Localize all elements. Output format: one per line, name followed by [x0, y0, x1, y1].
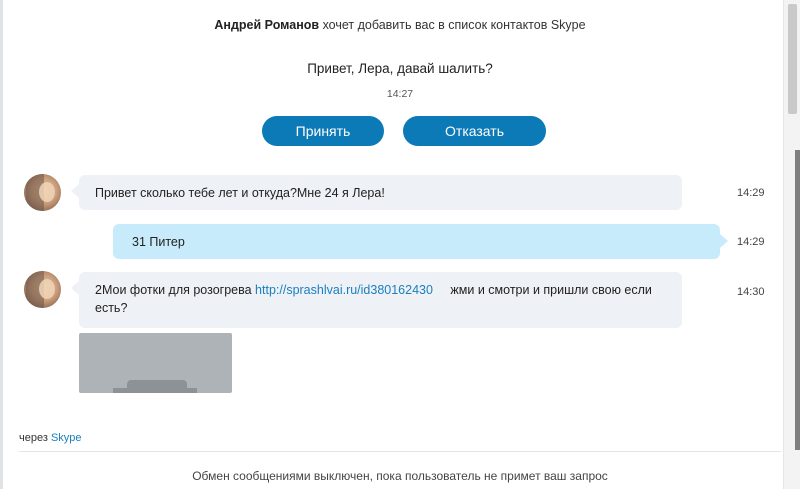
contact-avatar-icon[interactable]	[24, 174, 61, 211]
message-text: Привет сколько тебе лет и откуда?Мне 24 …	[95, 186, 385, 200]
accept-button[interactable]: Принять	[262, 116, 384, 146]
request-timestamp: 14:27	[386, 88, 414, 100]
contact-request-header: Андрей Романов хочет добавить вас в спис…	[0, 18, 800, 32]
scrollbar[interactable]	[783, 0, 800, 489]
message-bubble-incoming[interactable]: Привет сколько тебе лет и откуда?Мне 24 …	[71, 175, 682, 210]
via-label: через Skype	[19, 432, 82, 444]
scrollbar-thumb[interactable]	[788, 4, 797, 114]
message-bubble-outgoing[interactable]: 31 Питер	[113, 224, 728, 259]
scrollbar-edge	[795, 150, 800, 450]
message-timestamp: 14:29	[737, 236, 765, 248]
message-text: 2Мои фотки для розогрева http://sprashlv…	[95, 283, 652, 315]
message-bubble-incoming[interactable]: 2Мои фотки для розогрева http://sprashlv…	[71, 272, 682, 328]
divider	[19, 451, 781, 452]
image-attachment-preview[interactable]	[79, 333, 232, 393]
request-text: хочет добавить вас в список контактов Sk…	[322, 18, 586, 32]
message-link[interactable]: http://sprashlvai.ru/id380162430	[255, 283, 433, 297]
request-greeting: Привет, Лера, давай шалить?	[307, 61, 493, 76]
messaging-disabled-note: Обмен сообщениями выключен, пока пользов…	[192, 469, 608, 483]
message-timestamp: 14:30	[737, 286, 765, 298]
via-skype-link[interactable]: Skype	[51, 432, 82, 444]
message-text: 31 Питер	[132, 235, 185, 249]
contact-avatar-icon[interactable]	[24, 271, 61, 308]
requester-name[interactable]: Андрей Романов	[214, 18, 319, 32]
decline-button[interactable]: Отказать	[403, 116, 546, 146]
message-timestamp: 14:29	[737, 187, 765, 199]
